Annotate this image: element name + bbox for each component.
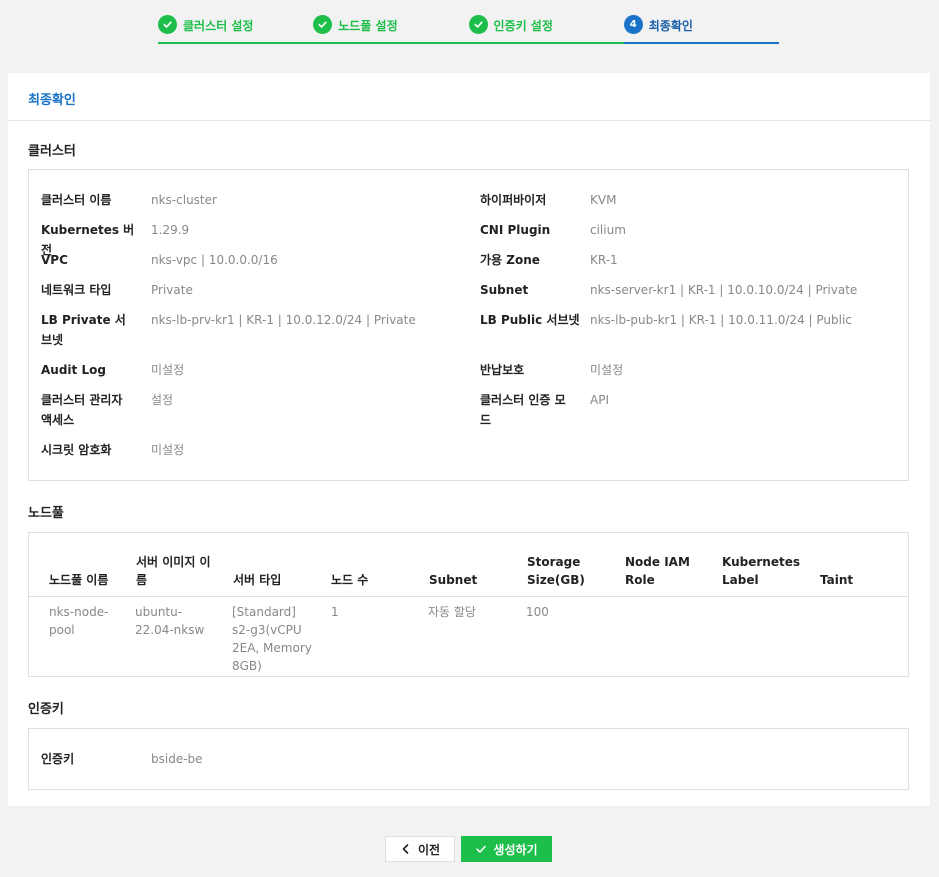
create-button-label: 생성하기 [493, 842, 538, 857]
create-button[interactable]: 생성하기 [461, 836, 552, 862]
table-cell: 자동 할당 [428, 605, 476, 619]
check-icon [476, 845, 487, 853]
step-label: 노드풀 설정 [338, 19, 398, 33]
step-label: 클러스터 설정 [183, 19, 254, 33]
step-label: 인증키 설정 [493, 19, 553, 33]
step-nodepool-settings[interactable]: 노드풀 설정 [313, 12, 469, 44]
column-header: Kubernetes Label [722, 555, 800, 587]
step-final-review: 4 최종확인 [623, 12, 779, 44]
prev-button[interactable]: 이전 [385, 836, 455, 862]
check-icon [313, 15, 333, 34]
table-cell: 1 [331, 605, 339, 619]
section-title-cluster: 클러스터 [28, 144, 76, 159]
table-cell: nks-node-pool [49, 605, 109, 637]
wizard-stepper: 클러스터 설정 노드풀 설정 인증키 설정 4 최종확인 [158, 12, 779, 44]
column-header: 서버 타입 [233, 573, 282, 587]
cluster-info-box: 클러스터 이름 nks-cluster Kubernetes 버전 1.29.9… [28, 169, 909, 481]
check-icon [468, 15, 488, 34]
check-icon [158, 15, 177, 34]
page-title: 최종확인 [28, 93, 76, 108]
chevron-left-icon [402, 844, 409, 854]
step-number-badge: 4 [623, 15, 643, 34]
step-authkey-settings[interactable]: 인증키 설정 [468, 12, 624, 44]
column-header: Storage Size(GB) [527, 555, 585, 587]
column-header: Taint [820, 573, 854, 587]
column-header: 노드풀 이름 [49, 573, 109, 587]
prev-button-label: 이전 [417, 842, 441, 857]
table-header-divider [29, 596, 908, 597]
column-header: 노드 수 [331, 573, 369, 587]
column-header: 서버 이미지 이름 [136, 555, 211, 587]
card-header: 최종확인 [8, 73, 930, 121]
section-title-authkey: 인증키 [28, 702, 64, 717]
final-review-card: 최종확인 클러스터 클러스터 이름 nks-cluster Kubernetes… [8, 73, 930, 806]
nodepool-table: 노드풀 이름 서버 이미지 이름 서버 타입 노드 수 Subnet Stora… [28, 532, 909, 677]
column-header: Node IAM Role [625, 555, 690, 587]
step-cluster-settings[interactable]: 클러스터 설정 [158, 12, 314, 44]
authkey-box: 인증키 bside-be [28, 728, 909, 790]
column-header: Subnet [429, 573, 478, 587]
table-cell: 100 [526, 605, 549, 619]
step-label: 최종확인 [648, 19, 693, 33]
section-title-nodepool: 노드풀 [28, 506, 64, 521]
table-cell: [Standard] s2-g3(vCPU 2EA, Memory 8GB) [232, 605, 312, 673]
table-cell: ubuntu-22.04-nksw [135, 605, 205, 637]
